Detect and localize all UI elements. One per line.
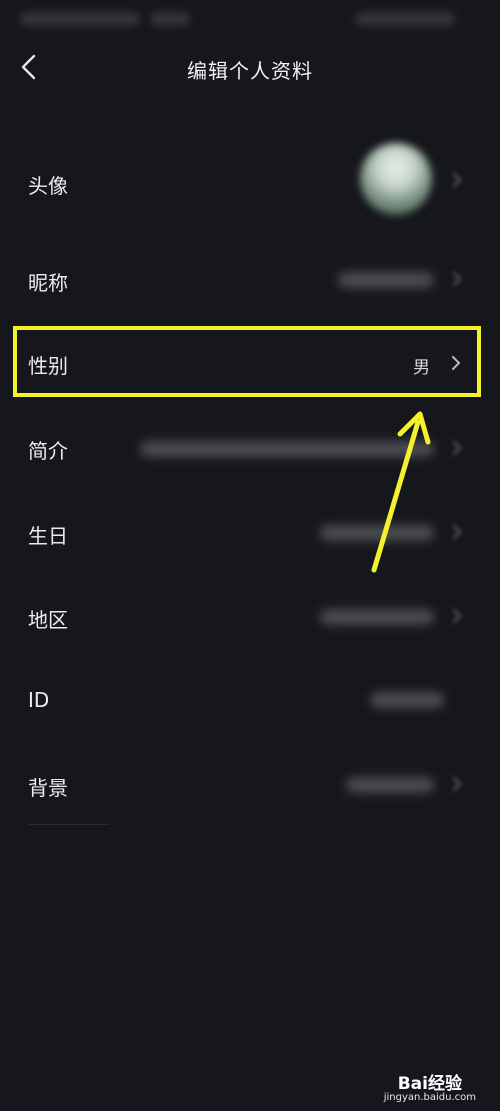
region-value-blurred <box>320 609 434 625</box>
row-label-region: 地区 <box>28 608 68 632</box>
header: 编辑个人资料 <box>0 40 500 96</box>
divider <box>28 824 110 825</box>
row-label-background: 背景 <box>28 776 68 800</box>
watermark-site: jingyan.baidu.com <box>383 1092 476 1103</box>
status-battery-time-blurred <box>355 12 455 26</box>
row-label-nickname: 昵称 <box>28 271 68 295</box>
annotation-arrow-icon <box>371 411 431 573</box>
status-carrier-blurred <box>20 12 140 26</box>
chevron-right-icon <box>453 441 462 455</box>
background-value-blurred <box>346 777 434 793</box>
chevron-right-icon <box>453 525 462 539</box>
chevron-right-icon <box>453 272 462 286</box>
row-label-id: ID <box>28 688 50 712</box>
chevron-right-icon <box>453 609 462 623</box>
row-label-bio: 简介 <box>28 439 68 463</box>
status-bar <box>0 0 500 38</box>
watermark-brand: Bai经验 <box>397 1074 462 1094</box>
row-label-birthday: 生日 <box>28 524 68 548</box>
highlight-box <box>13 326 481 397</box>
id-value-blurred <box>370 692 444 708</box>
avatar[interactable] <box>360 143 432 215</box>
watermark: Bai经验 jingyan.baidu.com <box>384 1069 476 1103</box>
page-title: 编辑个人资料 <box>187 59 313 83</box>
nickname-value-blurred <box>338 272 434 288</box>
chevron-right-icon <box>453 173 462 187</box>
status-network-blurred <box>150 12 190 26</box>
row-label-avatar: 头像 <box>28 174 68 198</box>
chevron-right-icon <box>453 777 462 791</box>
